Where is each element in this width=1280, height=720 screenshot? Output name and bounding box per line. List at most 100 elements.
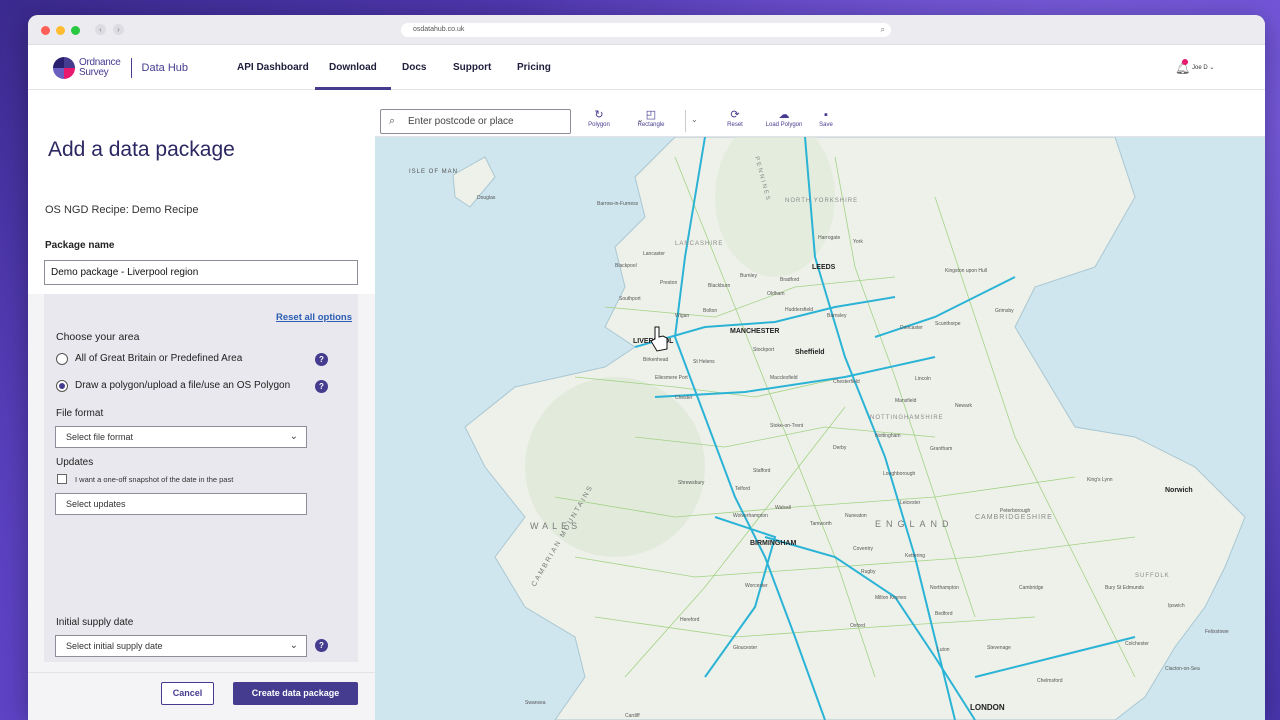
place-label: Birkenhead (643, 357, 669, 363)
place-label: Harrogate (818, 235, 840, 241)
place-label: Bradford (780, 277, 799, 283)
place-label: King's Lynn (1087, 477, 1113, 483)
place-label: Hereford (680, 617, 700, 623)
create-package-button[interactable]: Create data package (233, 682, 358, 705)
place-label: Felixstowe (1205, 629, 1229, 635)
nav-docs[interactable]: Docs (402, 45, 426, 90)
load-polygon-tool[interactable]: ☁ Load Polygon (759, 109, 809, 128)
address-bar[interactable]: osdatahub.co.uk ⌕ (401, 23, 891, 37)
place-label: Tamworth (810, 521, 832, 527)
place-label: Stockport (753, 347, 775, 353)
place-label: Bedford (935, 611, 953, 617)
chevron-down-icon: ⌄ (289, 431, 298, 442)
place-label: Gloucester (733, 645, 758, 651)
place-label: Ellesmere Port (655, 375, 688, 381)
reset-tool-label: Reset (727, 122, 743, 128)
place-label: St Helens (693, 359, 715, 365)
place-search-input[interactable]: Enter postcode or place (380, 109, 571, 134)
upload-icon: ☁ (778, 109, 790, 121)
place-label: Clacton-on-Sea (1165, 666, 1200, 672)
place-label: Stevenage (987, 645, 1011, 651)
radio-draw-polygon[interactable] (56, 380, 68, 392)
close-window-button[interactable] (41, 26, 50, 35)
map-svg[interactable]: ISLE OF MAN WALES ENGLAND CAMBRIAN MOUNT… (375, 137, 1265, 720)
save-tool[interactable]: ▪ Save (816, 109, 836, 128)
nav-support[interactable]: Support (453, 45, 491, 90)
rectangle-tool[interactable]: ◰ Rectangle (629, 109, 673, 128)
place-label: Milton Keynes (875, 595, 907, 601)
place-label: Rugby (861, 569, 876, 575)
polygon-tool[interactable]: ↻ Polygon (584, 109, 614, 128)
snapshot-checkbox[interactable] (57, 474, 67, 484)
updates-placeholder: Select updates (66, 499, 126, 509)
updates-select[interactable]: Select updates (55, 493, 307, 515)
place-label: Douglas (477, 195, 496, 201)
place-label: Chester (675, 395, 693, 401)
reset-options-link[interactable]: Reset all options (276, 312, 352, 323)
back-arrow-icon[interactable]: ‹ (95, 24, 106, 35)
radio-all-gb-label: All of Great Britain or Predefined Area (75, 353, 243, 364)
place-label: MANCHESTER (730, 328, 779, 335)
place-label: Swansea (525, 700, 546, 706)
top-navigation: Ordnance Survey Data Hub API Dashboard D… (28, 45, 1265, 90)
place-label: Oxford (850, 623, 865, 629)
user-menu[interactable]: Joe D ⌄ (1192, 64, 1214, 71)
radio-all-gb[interactable] (56, 353, 68, 365)
region-label: NOTTINGHAMSHIRE (870, 415, 944, 421)
help-icon[interactable]: ? (315, 380, 328, 393)
place-label: Oldham (767, 291, 785, 297)
chevron-down-icon[interactable]: ⌄ (691, 115, 698, 124)
place-label: Cardiff (625, 713, 640, 719)
place-label: Walsall (775, 505, 791, 511)
map-canvas[interactable]: ISLE OF MAN WALES ENGLAND CAMBRIAN MOUNT… (375, 137, 1265, 720)
help-icon[interactable]: ? (315, 353, 328, 366)
snapshot-checkbox-label: I want a one-off snapshot of the date in… (75, 475, 234, 484)
place-label: Wolverhampton (733, 513, 768, 519)
place-label: LONDON (970, 703, 1005, 712)
place-label: Telford (735, 486, 750, 492)
place-label: Wigan (675, 313, 689, 319)
nav-download[interactable]: Download (315, 45, 391, 90)
minimize-window-button[interactable] (56, 26, 65, 35)
place-label: Worcester (745, 583, 768, 589)
region-label: LANCASHIRE (675, 241, 723, 247)
place-label: Kettering (905, 553, 925, 559)
cancel-button[interactable]: Cancel (161, 682, 214, 705)
reset-icon: ⟳ (730, 109, 740, 121)
package-name-input[interactable]: Demo package - Liverpool region (44, 260, 358, 285)
product-name: Data Hub (141, 62, 189, 74)
help-icon[interactable]: ? (315, 639, 328, 652)
file-format-select[interactable]: Select file format ⌄ (55, 426, 307, 448)
place-label: Barnsley (827, 313, 847, 319)
brand-logo[interactable]: Ordnance Survey Data Hub (53, 57, 188, 79)
nav-pricing[interactable]: Pricing (517, 45, 551, 90)
file-format-placeholder: Select file format (66, 432, 134, 442)
region-label: ISLE OF MAN (409, 169, 458, 175)
package-name-label: Package name (45, 240, 115, 251)
place-label: Macclesfield (770, 375, 798, 381)
place-label: Blackpool (615, 263, 637, 269)
place-label: Nuneaton (845, 513, 867, 519)
updates-label: Updates (56, 457, 94, 468)
reset-tool[interactable]: ⟳ Reset (723, 109, 747, 128)
supply-date-select[interactable]: Select initial supply date ⌄ (55, 635, 307, 657)
polygon-icon: ↻ (594, 109, 604, 121)
forward-arrow-icon[interactable]: › (113, 24, 124, 35)
notification-badge (1182, 59, 1188, 65)
map-toolbar: Enter postcode or place ⌕ ↻ Polygon ⌄ ◰ … (375, 90, 1265, 137)
add-package-panel: Add a data package OS NGD Recipe: Demo R… (28, 90, 375, 720)
load-polygon-tool-label: Load Polygon (765, 122, 803, 128)
logo-wordmark: Ordnance Survey (79, 58, 121, 78)
maximize-window-button[interactable] (71, 26, 80, 35)
place-label: Barrow-in-Furness (597, 201, 639, 207)
place-label: Huddersfield (785, 307, 813, 313)
place-label: Leicester (900, 500, 921, 506)
place-label: Chelmsford (1037, 678, 1063, 684)
place-label: Burnley (740, 273, 757, 279)
place-label: Southport (619, 296, 641, 302)
region-label: ENGLAND (875, 519, 954, 529)
nav-api-dashboard[interactable]: API Dashboard (237, 45, 309, 90)
options-panel: Reset all options Choose your area All o… (44, 294, 358, 662)
panel-header: Add a data package OS NGD Recipe: Demo R… (28, 90, 375, 294)
place-label: Northampton (930, 585, 959, 591)
